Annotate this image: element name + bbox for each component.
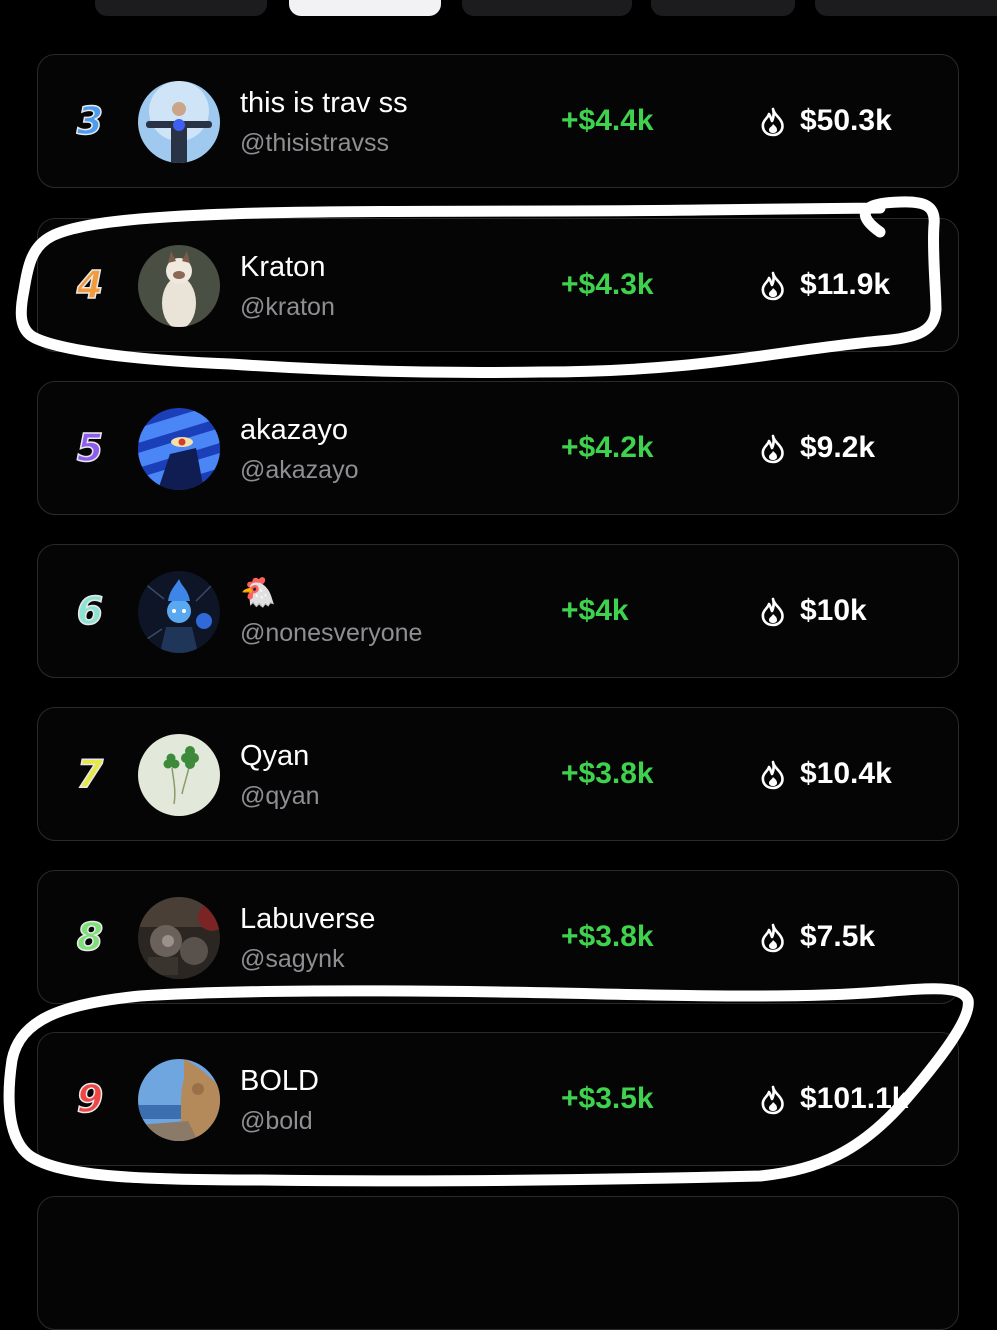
display-name: Kraton xyxy=(240,251,326,283)
username: @nonesveryone xyxy=(240,619,423,647)
leaderboard-row[interactable]: 8 Labuverse @sagynk +$3.8k $7.5k xyxy=(37,870,959,1004)
leaderboard-row[interactable]: 6 🐔 @nonesveryone +$4k $10k xyxy=(37,544,959,678)
profit-value: +$4.2k xyxy=(561,431,654,464)
display-name: Labuverse xyxy=(240,903,376,935)
leaderboard-row[interactable]: 7 Qyan @qyan +$3.8k $10.4k xyxy=(37,707,959,841)
profit-value: +$3.8k xyxy=(561,757,654,790)
username: @akazayo xyxy=(240,456,359,484)
leaderboard-row[interactable] xyxy=(37,1196,959,1330)
display-name: BOLD xyxy=(240,1065,319,1097)
leaderboard-row[interactable]: 9 BOLD @bold +$3.5k $101.1k xyxy=(37,1032,959,1166)
username: @bold xyxy=(240,1107,313,1135)
profit-value: +$3.5k xyxy=(561,1082,654,1115)
rank-number: 8 xyxy=(76,914,104,960)
username: @thisistravss xyxy=(240,129,390,157)
avatar[interactable] xyxy=(138,245,220,327)
volume-value: $10.4k xyxy=(800,757,892,790)
rank-number: 4 xyxy=(76,262,104,308)
volume-value: $10k xyxy=(800,594,867,627)
avatar[interactable] xyxy=(138,734,220,816)
leaderboard-list: 3 this is trav ss @thisistravss +$4.4k $… xyxy=(0,0,997,1330)
username: @sagynk xyxy=(240,945,345,973)
avatar[interactable] xyxy=(138,1059,220,1141)
flame-icon xyxy=(761,1085,784,1115)
avatar[interactable] xyxy=(138,408,220,490)
display-name: Qyan xyxy=(240,740,310,772)
username: @qyan xyxy=(240,782,320,810)
username: @kraton xyxy=(240,293,335,321)
profit-value: +$4.3k xyxy=(561,268,654,301)
volume-value: $11.9k xyxy=(800,268,891,301)
volume-value: $50.3k xyxy=(800,104,892,137)
flame-icon xyxy=(761,923,784,953)
leaderboard-row[interactable]: 4 Kraton @kraton +$4.3k $11.9k xyxy=(37,218,959,352)
display-name: this is trav ss xyxy=(240,87,408,119)
profit-value: +$4k xyxy=(561,594,629,627)
volume-value: $9.2k xyxy=(800,431,876,464)
volume-value: $101.1k xyxy=(800,1082,909,1115)
rank-number: 9 xyxy=(76,1076,104,1122)
flame-icon xyxy=(761,107,784,137)
flame-icon xyxy=(761,434,784,464)
profit-value: +$4.4k xyxy=(561,104,654,137)
rank-number: 5 xyxy=(76,425,104,471)
display-name: akazayo xyxy=(240,414,349,446)
flame-icon xyxy=(761,760,784,790)
flame-icon xyxy=(761,597,784,627)
volume-value: $7.5k xyxy=(800,920,876,953)
flame-icon xyxy=(761,271,784,301)
profit-value: +$3.8k xyxy=(561,920,654,953)
avatar[interactable] xyxy=(138,897,220,979)
rank-number: 7 xyxy=(76,751,104,797)
avatar[interactable] xyxy=(138,571,220,653)
avatar[interactable] xyxy=(138,81,220,163)
leaderboard-row[interactable]: 5 akazayo @akazayo +$4.2k $9.2k xyxy=(37,381,959,515)
rank-number: 6 xyxy=(76,588,104,634)
rank-number: 3 xyxy=(76,98,104,144)
leaderboard-row[interactable]: 3 this is trav ss @thisistravss +$4.4k $… xyxy=(37,54,959,188)
display-name: 🐔 xyxy=(240,577,277,609)
